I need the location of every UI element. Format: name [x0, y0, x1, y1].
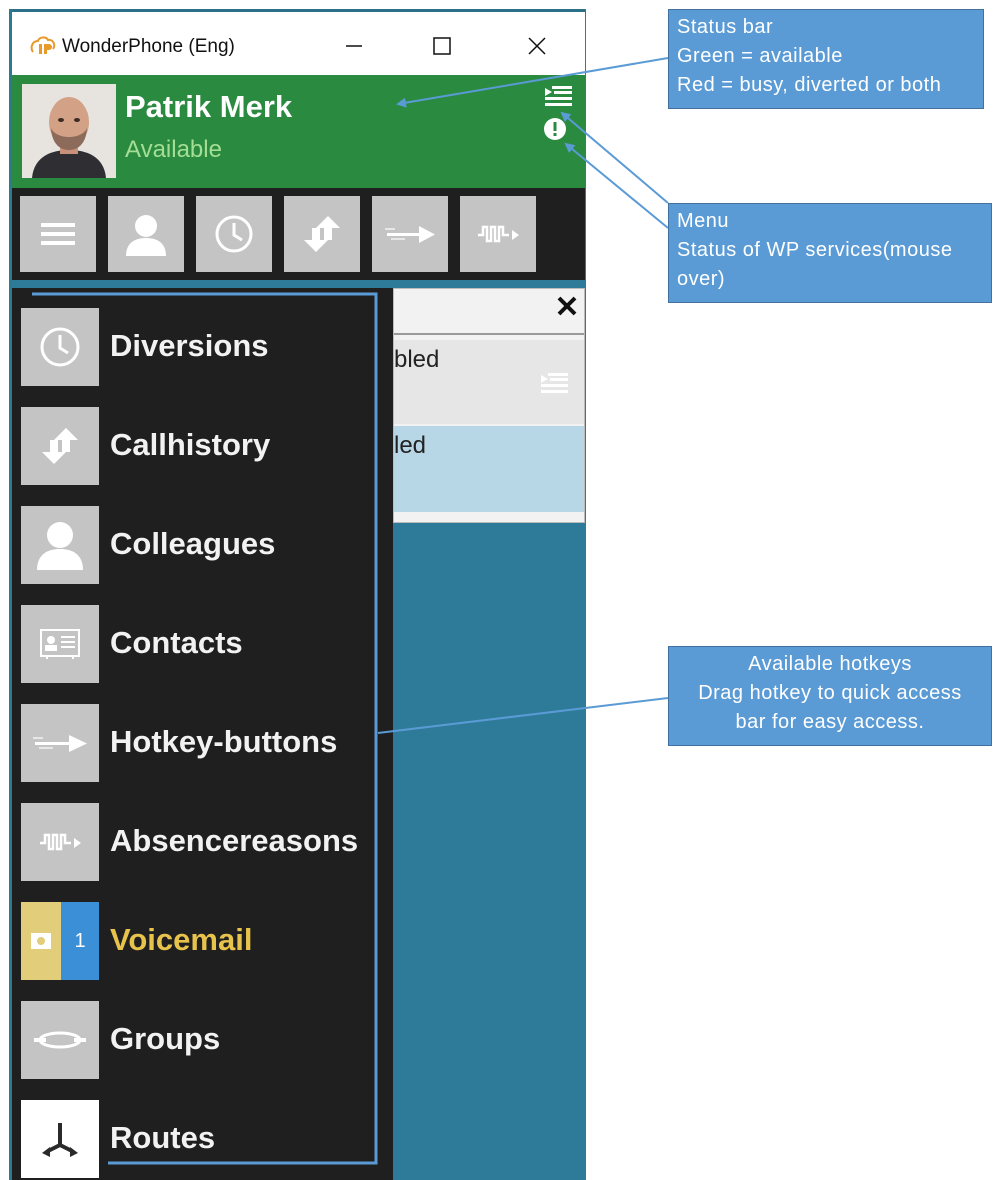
menu-item-label: Diversions	[110, 328, 269, 363]
side-menu: Diversions Callhistory Colleagues Contac…	[12, 288, 393, 1180]
hotkey-arrow-icon	[33, 735, 87, 752]
voicemail-message-icon	[31, 933, 51, 949]
callout-line: Menu	[677, 210, 730, 232]
callout-hotkeys: Available hotkeys Drag hotkey to quick a…	[668, 646, 992, 746]
menu-icon[interactable]	[543, 84, 573, 108]
call-history-icon	[42, 428, 78, 464]
callout-line: Status bar	[677, 16, 774, 38]
person-icon	[126, 215, 166, 256]
panel-row-selected[interactable]: led	[394, 426, 584, 512]
maximize-icon	[433, 37, 451, 55]
menu-item-label: Groups	[110, 1021, 221, 1056]
menu-item-icon-tile	[21, 1001, 99, 1079]
menu-item-colleagues[interactable]: Colleagues	[21, 506, 391, 584]
voicemail-icon: 1	[21, 902, 99, 980]
panel-row-text: led	[394, 432, 427, 459]
menu-item-absencereasons[interactable]: Absencereasons	[21, 803, 391, 881]
menu-item-icon-tile	[21, 803, 99, 881]
callout-line: Green = available	[677, 45, 843, 67]
toolbar-callhistory-button[interactable]	[284, 196, 360, 272]
hamburger-menu-icon	[41, 223, 75, 245]
panel-row[interactable]: bled	[394, 340, 584, 424]
absence-wave-icon	[478, 225, 519, 243]
groups-icon	[34, 1031, 86, 1049]
callout-line: bar for easy access.	[735, 711, 925, 733]
menu-item-label: Colleagues	[110, 526, 276, 561]
menu-item-label: Hotkey-buttons	[110, 724, 338, 759]
menu-item-icon-tile	[21, 605, 99, 683]
menu-item-icon-tile	[21, 1100, 99, 1178]
menu-item-label: Callhistory	[110, 427, 271, 462]
diversions-panel: bled led	[393, 288, 585, 523]
status-bar: Patrik Merk Available	[12, 75, 585, 188]
app-window: WonderPhone (Eng) Patrik Merk Available	[9, 9, 586, 1180]
menu-item-diversions[interactable]: Diversions	[21, 308, 391, 386]
contact-card-icon	[40, 629, 80, 659]
routes-icon	[42, 1123, 78, 1157]
call-history-icon	[304, 216, 340, 252]
close-button[interactable]	[515, 28, 559, 64]
toolbar-diversions-button[interactable]	[196, 196, 272, 272]
panel-divider	[394, 333, 584, 335]
wonderphone-logo-icon	[30, 36, 56, 54]
clock-icon	[215, 215, 253, 253]
menu-item-voicemail[interactable]: 1 Voicemail	[21, 902, 391, 980]
menu-item-label: Voicemail	[110, 922, 253, 957]
menu-item-routes[interactable]: Routes	[21, 1100, 391, 1178]
menu-item-callhistory[interactable]: Callhistory	[21, 407, 391, 485]
callout-line: over)	[677, 268, 726, 290]
menu-item-label: Absencereasons	[110, 823, 359, 858]
row-menu-icon[interactable]	[540, 372, 570, 394]
user-name: Patrik Merk	[125, 89, 293, 124]
menu-item-hotkey-buttons[interactable]: Hotkey-buttons	[21, 704, 391, 782]
hotkey-arrow-icon	[385, 226, 435, 243]
quick-access-bar	[12, 188, 585, 280]
voicemail-tile	[21, 902, 61, 980]
user-status: Available	[125, 136, 222, 163]
toolbar-hotkey-button[interactable]	[372, 196, 448, 272]
minimize-icon	[346, 45, 362, 47]
menu-item-icon-tile	[21, 704, 99, 782]
person-icon	[37, 522, 83, 570]
callout-menu: Menu Status of WP services(mouse over)	[668, 203, 992, 303]
clock-icon	[40, 327, 80, 367]
menu-item-label: Routes	[110, 1120, 216, 1155]
window-title: WonderPhone (Eng)	[62, 36, 235, 57]
user-photo	[22, 84, 116, 178]
callout-status-bar: Status bar Green = available Red = busy,…	[668, 9, 984, 109]
voicemail-count-badge: 1	[61, 902, 99, 980]
title-bar[interactable]: WonderPhone (Eng)	[12, 9, 585, 75]
menu-item-icon-tile	[21, 308, 99, 386]
menu-item-contacts[interactable]: Contacts	[21, 605, 391, 683]
absence-wave-icon	[40, 833, 81, 851]
menu-item-groups[interactable]: Groups	[21, 1001, 391, 1079]
maximize-button[interactable]	[420, 28, 464, 64]
close-icon	[528, 37, 546, 55]
panel-row-text: bled	[394, 346, 440, 373]
menu-item-icon-tile	[21, 407, 99, 485]
callout-line: Status of WP services(mouse	[677, 239, 953, 261]
toolbar-menu-button[interactable]	[20, 196, 96, 272]
toolbar-absence-button[interactable]	[460, 196, 536, 272]
callout-line: Available hotkeys	[748, 653, 912, 675]
toolbar-colleagues-button[interactable]	[108, 196, 184, 272]
panel-close-icon[interactable]	[556, 295, 578, 317]
avatar	[22, 84, 116, 178]
callout-line: Red = busy, diverted or both	[677, 74, 942, 96]
menu-item-icon-tile	[21, 506, 99, 584]
menu-item-label: Contacts	[110, 625, 243, 660]
callout-line: Drag hotkey to quick access	[698, 682, 962, 704]
service-status-icon[interactable]	[543, 117, 567, 141]
minimize-button[interactable]	[332, 28, 376, 64]
